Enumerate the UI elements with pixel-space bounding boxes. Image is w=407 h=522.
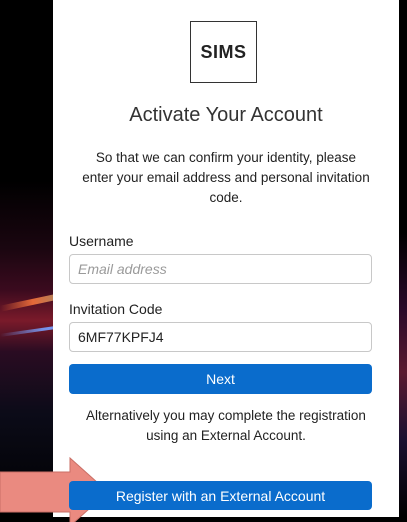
register-external-button[interactable]: Register with an External Account bbox=[69, 481, 372, 510]
background-left bbox=[0, 0, 56, 517]
invitation-code-input[interactable] bbox=[69, 322, 372, 352]
page-title: Activate Your Account bbox=[129, 104, 323, 126]
username-label: Username bbox=[69, 233, 134, 249]
alternative-text: Alternatively you may complete the regis… bbox=[86, 408, 366, 443]
background-right bbox=[399, 0, 407, 517]
intro-text: So that we can confirm your identity, pl… bbox=[82, 150, 370, 205]
background-streak bbox=[0, 294, 56, 312]
background-streak bbox=[0, 326, 55, 337]
sims-logo: SIMS bbox=[190, 21, 257, 83]
next-button[interactable]: Next bbox=[69, 364, 372, 394]
username-input[interactable] bbox=[69, 254, 372, 284]
invitation-code-label: Invitation Code bbox=[69, 301, 163, 317]
